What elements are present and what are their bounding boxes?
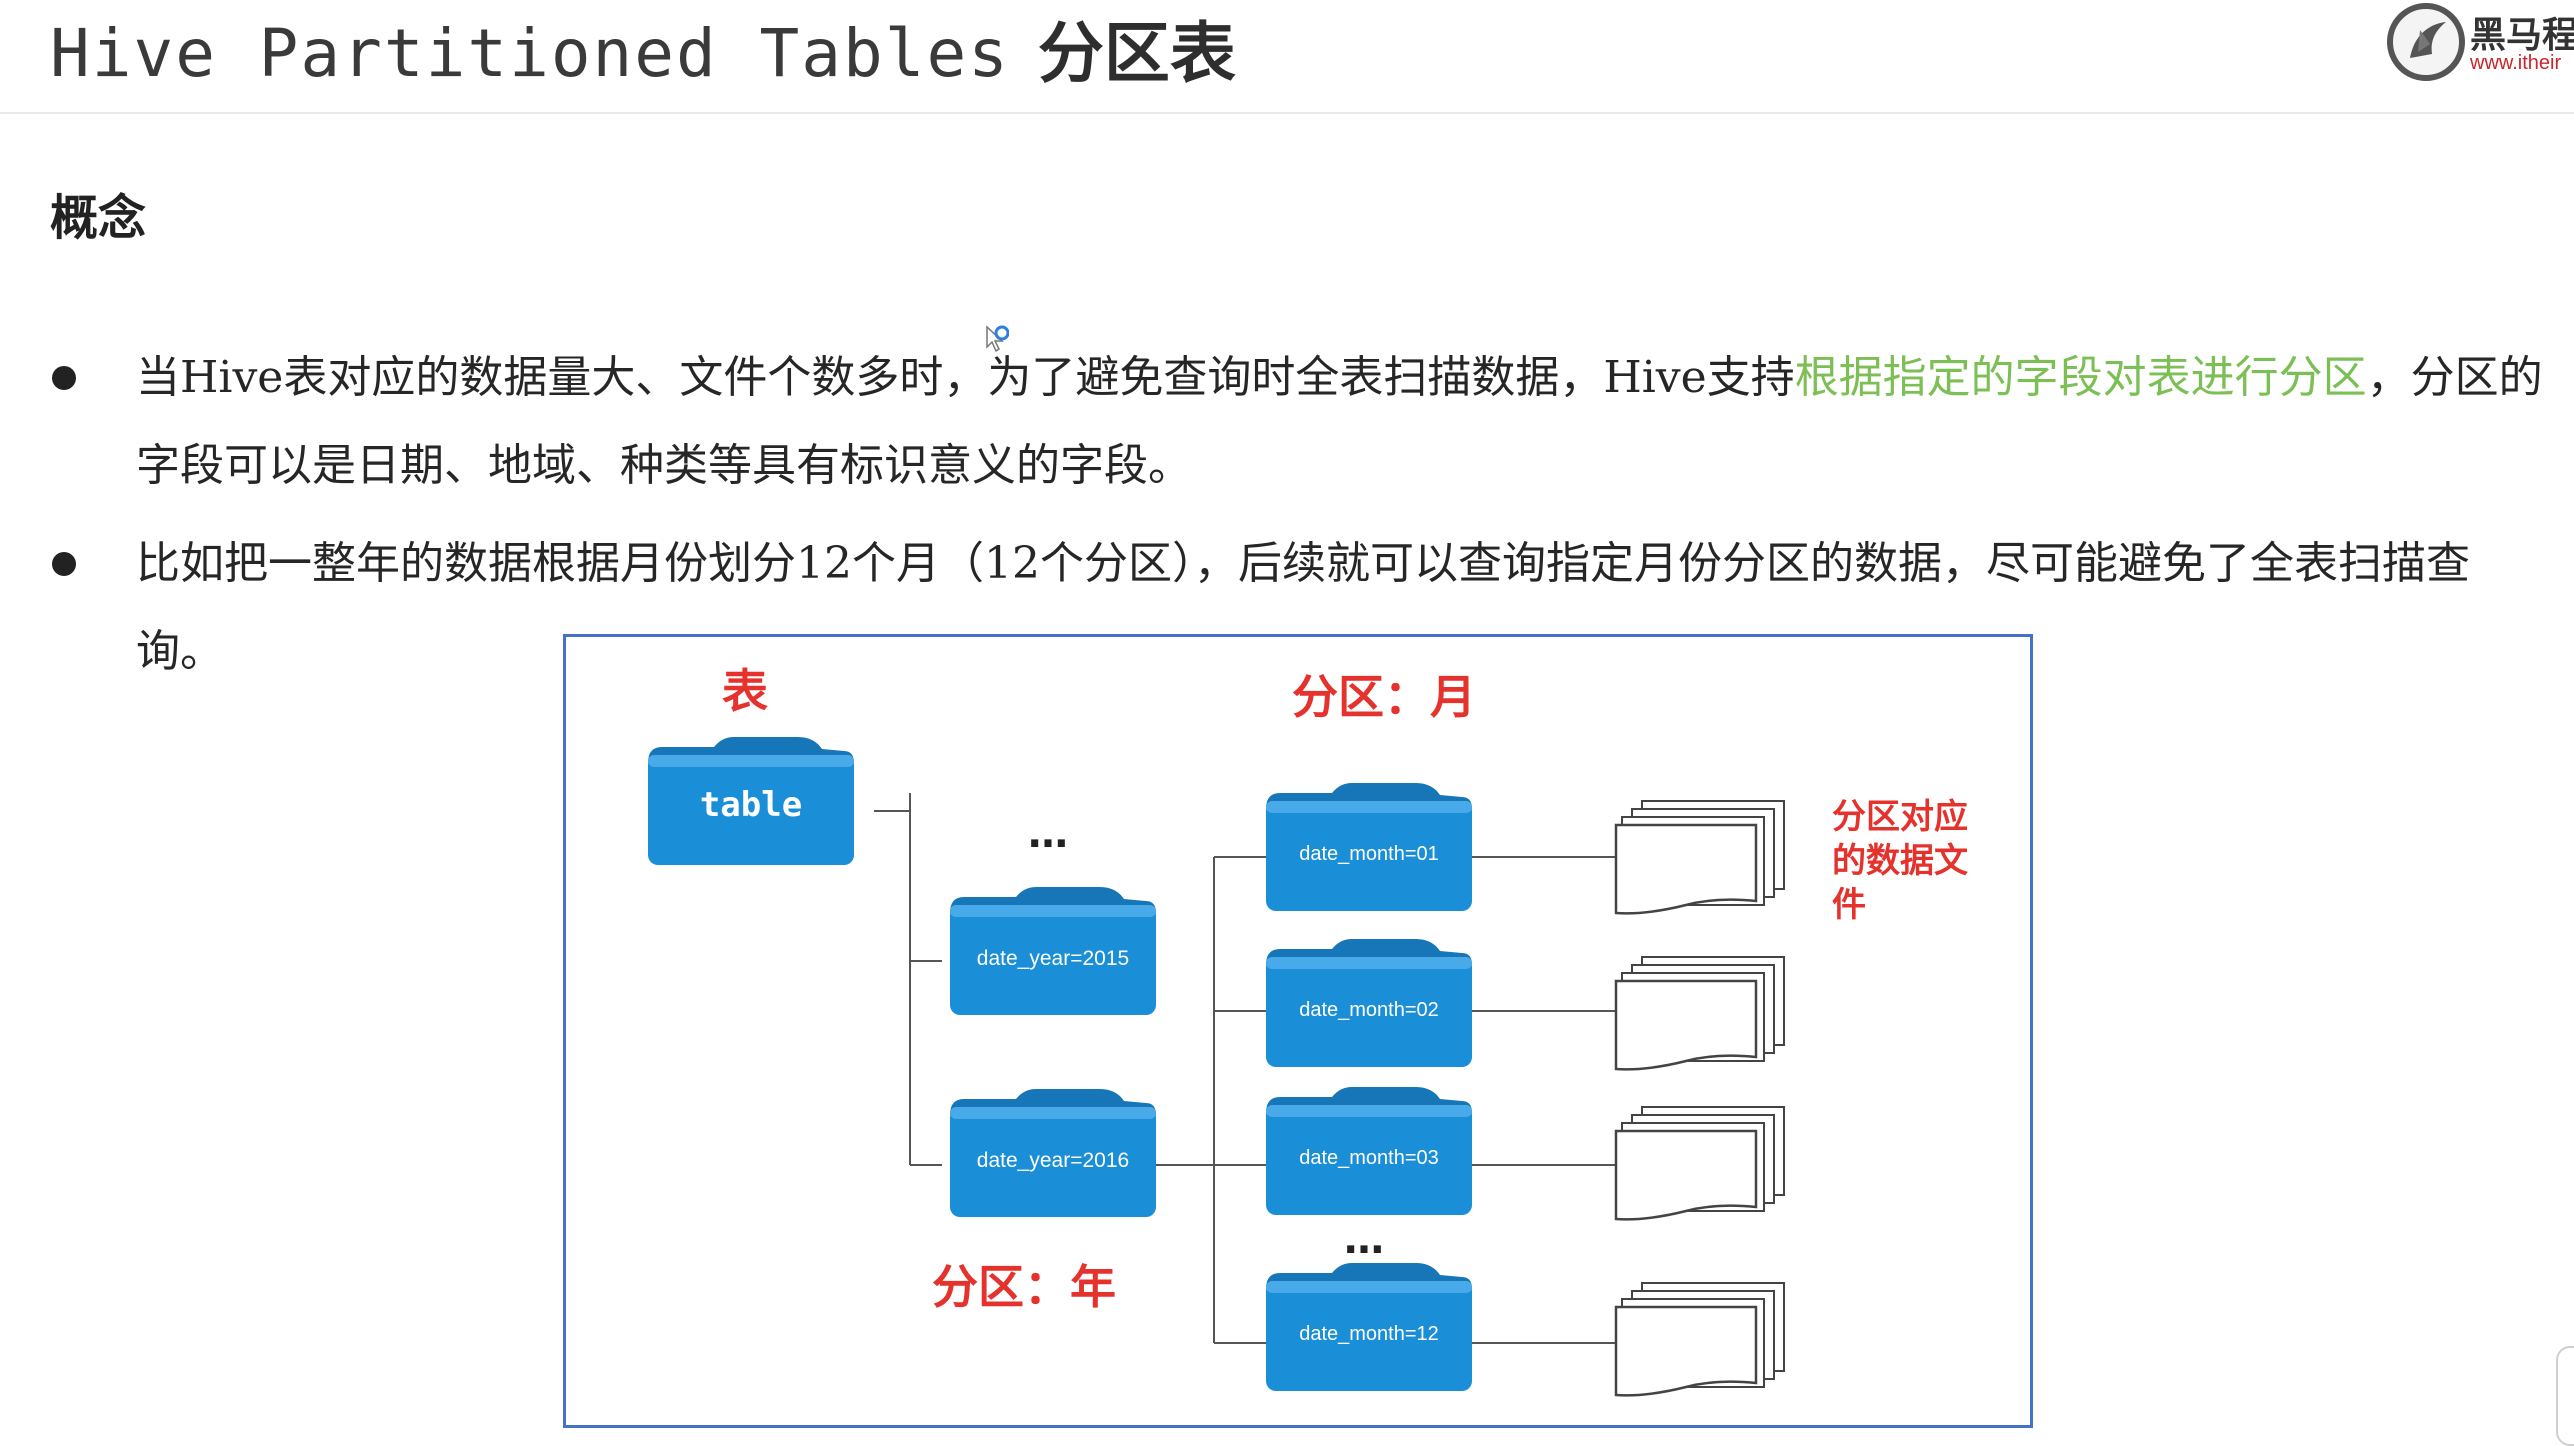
folder-label-table: table: [699, 785, 803, 825]
folder-label-month-03: date_month=03: [1299, 1147, 1439, 1169]
diagram-graphics: [648, 737, 1786, 1397]
data-files-icon: [1614, 1281, 1786, 1397]
label-data-files-line3: 件: [1832, 885, 1866, 925]
bullet-text-segment: 12: [796, 538, 852, 589]
brand-logo: 黑马程 www.itheir: [2370, 0, 2574, 86]
data-files-icon: [1614, 955, 1786, 1071]
bullet-dot: [52, 366, 76, 390]
slide-title: Hive Partitioned Tables 分区表: [50, 14, 1236, 94]
title-english: Hive Partitioned Tables: [50, 15, 1010, 92]
bullet-text-segment: 根据指定的字段对表进行分区: [1794, 352, 2367, 403]
label-partition-month: 分区：月: [1292, 670, 1476, 724]
ellipsis-years: …: [1028, 811, 1072, 857]
label-table: 表: [722, 664, 768, 718]
folder-label-year-2015: date_year=2015: [976, 947, 1130, 970]
label-data-files: 分区对应 的数据文 件: [1832, 795, 1968, 927]
bullet-text-segment: Hive: [1603, 352, 1707, 403]
bullet-text-segment: 当: [136, 352, 180, 403]
partition-diagram: 表 分区：月 分区：年 分区对应 的数据文 件 table date_year=…: [563, 634, 2033, 1428]
scroll-handle[interactable]: [2556, 1346, 2574, 1446]
bullet-dot: [52, 552, 76, 576]
bullet-text-segment: 表对应的数据量大、文件个数多时，为了避免查询时全表扫描数据，: [283, 352, 1604, 403]
folder-label-month-02: date_month=02: [1299, 999, 1439, 1021]
label-data-files-line2: 的数据文: [1832, 841, 1968, 881]
data-files-icon: [1614, 1105, 1786, 1221]
logo-url: www.itheir: [2470, 52, 2562, 74]
bullet-text-segment: 支持: [1706, 352, 1795, 403]
label-partition-year: 分区：年: [932, 1260, 1116, 1314]
slide-header: Hive Partitioned Tables 分区表 黑马程 www.ithei…: [0, 0, 2574, 114]
bullet-text-segment: Hive: [180, 352, 284, 403]
bullet-text-segment: 12: [984, 538, 1040, 589]
folder-label-month-12: date_month=12: [1299, 1323, 1439, 1345]
folder-label-month-01: date_month=01: [1299, 843, 1439, 865]
ellipsis-months: …: [1344, 1217, 1388, 1263]
label-data-files-line1: 分区对应: [1832, 797, 1968, 837]
mouse-cursor-icon: [986, 325, 1009, 353]
bullet-text-segment: 比如把一整年的数据根据月份划分: [136, 538, 796, 589]
data-files-icon: [1614, 799, 1786, 915]
section-heading: 概念: [50, 190, 147, 246]
folder-label-year-2016: date_year=2016: [976, 1149, 1130, 1172]
logo-text: 黑马程: [2470, 15, 2574, 56]
brand-logo-icon: [2387, 3, 2465, 81]
bullet-text-segment: 个月（: [852, 538, 984, 589]
title-chinese: 分区表: [1037, 15, 1236, 92]
bullet-text: 当Hive表对应的数据量大、文件个数多时，为了避免查询时全表扫描数据，Hive支…: [136, 334, 2546, 510]
